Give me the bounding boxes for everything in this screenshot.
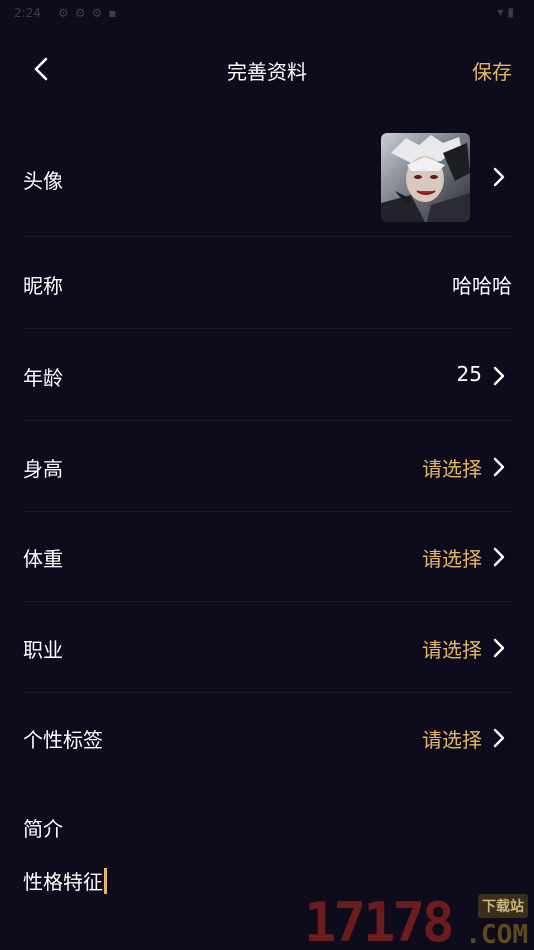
text-caret bbox=[104, 868, 107, 894]
chevron-right-icon bbox=[493, 638, 505, 658]
watermark-number: 17178 bbox=[304, 891, 455, 950]
occupation-row[interactable]: 职业 请选择 bbox=[22, 602, 512, 693]
weight-row[interactable]: 体重 请选择 bbox=[22, 511, 512, 602]
bio-input-text: 性格特征 bbox=[23, 870, 103, 894]
status-bar: 2:24 ⚙⚙⚙▪ ▾▮ bbox=[0, 0, 534, 30]
weight-label: 体重 bbox=[23, 547, 63, 571]
personality-tags-value: 请选择 bbox=[422, 728, 482, 752]
bio-input[interactable]: 性格特征 bbox=[23, 866, 107, 895]
chevron-right-icon bbox=[493, 457, 505, 477]
bio-label: 简介 bbox=[23, 817, 63, 841]
weight-chevron bbox=[492, 546, 506, 568]
age-value: 25 bbox=[456, 362, 482, 386]
watermark-logo: 17178 下载站 .COM bbox=[304, 890, 530, 950]
avatar-label: 头像 bbox=[23, 169, 63, 193]
nickname-row[interactable]: 昵称 哈哈哈 bbox=[22, 238, 512, 329]
watermark-digits: 17178 bbox=[304, 891, 455, 950]
save-button[interactable]: 保存 bbox=[472, 56, 512, 85]
battery-wifi-icons: ▾▮ bbox=[497, 5, 518, 19]
occupation-value: 请选择 bbox=[422, 638, 482, 662]
status-time: 2:24 bbox=[14, 6, 41, 20]
avatar[interactable] bbox=[381, 133, 470, 222]
personality-tags-row[interactable]: 个性标签 请选择 bbox=[22, 692, 512, 782]
height-chevron bbox=[492, 456, 506, 478]
weight-value: 请选择 bbox=[422, 547, 482, 571]
nickname-label: 昵称 bbox=[23, 274, 63, 298]
nickname-value: 哈哈哈 bbox=[452, 274, 512, 298]
personality-tags-label: 个性标签 bbox=[23, 728, 103, 752]
watermark-badge: 下载站 bbox=[478, 894, 528, 918]
occupation-label: 职业 bbox=[23, 638, 63, 662]
top-bar: 完善资料 保存 bbox=[0, 40, 534, 98]
page-title: 完善资料 bbox=[227, 60, 307, 84]
occupation-chevron bbox=[492, 637, 506, 659]
age-chevron bbox=[492, 365, 506, 387]
personality-tags-chevron bbox=[492, 727, 506, 749]
height-label: 身高 bbox=[23, 457, 63, 481]
watermark-domain: .COM bbox=[465, 920, 528, 950]
avatar-row[interactable]: 头像 bbox=[22, 118, 512, 237]
age-label: 年龄 bbox=[23, 366, 63, 390]
chevron-right-icon bbox=[493, 167, 505, 187]
age-row[interactable]: 年龄 25 bbox=[22, 330, 512, 421]
notification-icons: ⚙⚙⚙▪ bbox=[58, 6, 123, 20]
chevron-right-icon bbox=[493, 547, 505, 567]
height-row[interactable]: 身高 请选择 bbox=[22, 421, 512, 512]
avatar-image bbox=[381, 133, 470, 222]
height-value: 请选择 bbox=[422, 457, 482, 481]
chevron-right-icon bbox=[493, 366, 505, 386]
avatar-chevron bbox=[492, 166, 506, 188]
edit-profile-screen: 2:24 ⚙⚙⚙▪ ▾▮ 完善资料 保存 头像 昵称 哈哈哈 年龄 25 身高 … bbox=[0, 0, 534, 950]
chevron-right-icon bbox=[493, 728, 505, 748]
